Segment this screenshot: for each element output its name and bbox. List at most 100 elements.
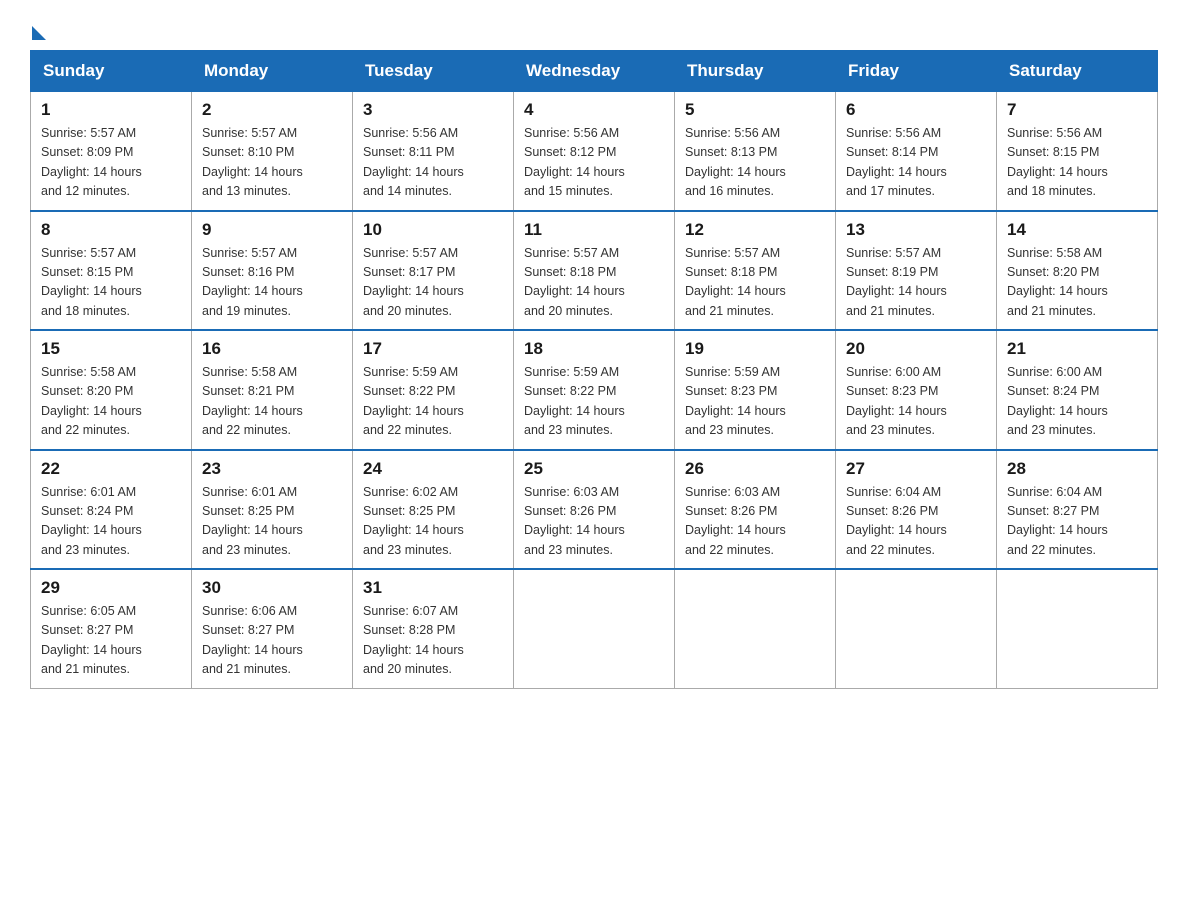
day-number: 25	[524, 459, 664, 479]
calendar-week-row: 15 Sunrise: 5:58 AM Sunset: 8:20 PM Dayl…	[31, 330, 1158, 450]
day-info: Sunrise: 5:57 AM Sunset: 8:09 PM Dayligh…	[41, 124, 181, 202]
calendar-week-row: 22 Sunrise: 6:01 AM Sunset: 8:24 PM Dayl…	[31, 450, 1158, 570]
day-info: Sunrise: 5:58 AM Sunset: 8:21 PM Dayligh…	[202, 363, 342, 441]
day-number: 20	[846, 339, 986, 359]
day-number: 24	[363, 459, 503, 479]
calendar-cell: 13 Sunrise: 5:57 AM Sunset: 8:19 PM Dayl…	[836, 211, 997, 331]
calendar-header-thursday: Thursday	[675, 51, 836, 92]
day-number: 23	[202, 459, 342, 479]
day-number: 11	[524, 220, 664, 240]
calendar-cell	[514, 569, 675, 688]
day-info: Sunrise: 5:57 AM Sunset: 8:19 PM Dayligh…	[846, 244, 986, 322]
day-number: 5	[685, 100, 825, 120]
calendar-cell	[997, 569, 1158, 688]
calendar-cell	[675, 569, 836, 688]
day-info: Sunrise: 6:00 AM Sunset: 8:24 PM Dayligh…	[1007, 363, 1147, 441]
day-number: 7	[1007, 100, 1147, 120]
calendar-cell: 11 Sunrise: 5:57 AM Sunset: 8:18 PM Dayl…	[514, 211, 675, 331]
calendar-header-row: SundayMondayTuesdayWednesdayThursdayFrid…	[31, 51, 1158, 92]
calendar-cell: 21 Sunrise: 6:00 AM Sunset: 8:24 PM Dayl…	[997, 330, 1158, 450]
day-info: Sunrise: 5:58 AM Sunset: 8:20 PM Dayligh…	[1007, 244, 1147, 322]
day-number: 28	[1007, 459, 1147, 479]
day-info: Sunrise: 5:56 AM Sunset: 8:13 PM Dayligh…	[685, 124, 825, 202]
logo-arrow-icon	[32, 26, 46, 40]
day-info: Sunrise: 5:56 AM Sunset: 8:12 PM Dayligh…	[524, 124, 664, 202]
calendar-cell: 19 Sunrise: 5:59 AM Sunset: 8:23 PM Dayl…	[675, 330, 836, 450]
day-number: 4	[524, 100, 664, 120]
day-info: Sunrise: 5:57 AM Sunset: 8:10 PM Dayligh…	[202, 124, 342, 202]
calendar-cell: 23 Sunrise: 6:01 AM Sunset: 8:25 PM Dayl…	[192, 450, 353, 570]
day-info: Sunrise: 5:56 AM Sunset: 8:11 PM Dayligh…	[363, 124, 503, 202]
day-info: Sunrise: 6:03 AM Sunset: 8:26 PM Dayligh…	[685, 483, 825, 561]
calendar-cell: 24 Sunrise: 6:02 AM Sunset: 8:25 PM Dayl…	[353, 450, 514, 570]
calendar-cell: 9 Sunrise: 5:57 AM Sunset: 8:16 PM Dayli…	[192, 211, 353, 331]
calendar-cell: 22 Sunrise: 6:01 AM Sunset: 8:24 PM Dayl…	[31, 450, 192, 570]
calendar-week-row: 8 Sunrise: 5:57 AM Sunset: 8:15 PM Dayli…	[31, 211, 1158, 331]
calendar-cell: 14 Sunrise: 5:58 AM Sunset: 8:20 PM Dayl…	[997, 211, 1158, 331]
day-info: Sunrise: 6:04 AM Sunset: 8:26 PM Dayligh…	[846, 483, 986, 561]
day-number: 22	[41, 459, 181, 479]
calendar-cell: 12 Sunrise: 5:57 AM Sunset: 8:18 PM Dayl…	[675, 211, 836, 331]
calendar-cell: 18 Sunrise: 5:59 AM Sunset: 8:22 PM Dayl…	[514, 330, 675, 450]
day-number: 12	[685, 220, 825, 240]
day-info: Sunrise: 5:57 AM Sunset: 8:15 PM Dayligh…	[41, 244, 181, 322]
day-info: Sunrise: 6:06 AM Sunset: 8:27 PM Dayligh…	[202, 602, 342, 680]
day-number: 16	[202, 339, 342, 359]
calendar-header-wednesday: Wednesday	[514, 51, 675, 92]
calendar-header-tuesday: Tuesday	[353, 51, 514, 92]
day-number: 1	[41, 100, 181, 120]
day-number: 14	[1007, 220, 1147, 240]
calendar-header-saturday: Saturday	[997, 51, 1158, 92]
day-number: 21	[1007, 339, 1147, 359]
day-number: 3	[363, 100, 503, 120]
day-info: Sunrise: 6:03 AM Sunset: 8:26 PM Dayligh…	[524, 483, 664, 561]
day-info: Sunrise: 5:57 AM Sunset: 8:18 PM Dayligh…	[685, 244, 825, 322]
day-info: Sunrise: 6:05 AM Sunset: 8:27 PM Dayligh…	[41, 602, 181, 680]
calendar-week-row: 29 Sunrise: 6:05 AM Sunset: 8:27 PM Dayl…	[31, 569, 1158, 688]
logo	[30, 20, 46, 40]
day-info: Sunrise: 5:57 AM Sunset: 8:17 PM Dayligh…	[363, 244, 503, 322]
day-info: Sunrise: 5:57 AM Sunset: 8:18 PM Dayligh…	[524, 244, 664, 322]
day-info: Sunrise: 5:58 AM Sunset: 8:20 PM Dayligh…	[41, 363, 181, 441]
calendar-cell: 1 Sunrise: 5:57 AM Sunset: 8:09 PM Dayli…	[31, 92, 192, 211]
day-number: 31	[363, 578, 503, 598]
day-number: 18	[524, 339, 664, 359]
calendar-cell: 7 Sunrise: 5:56 AM Sunset: 8:15 PM Dayli…	[997, 92, 1158, 211]
calendar-cell: 17 Sunrise: 5:59 AM Sunset: 8:22 PM Dayl…	[353, 330, 514, 450]
calendar-cell: 28 Sunrise: 6:04 AM Sunset: 8:27 PM Dayl…	[997, 450, 1158, 570]
day-info: Sunrise: 6:01 AM Sunset: 8:24 PM Dayligh…	[41, 483, 181, 561]
day-info: Sunrise: 6:04 AM Sunset: 8:27 PM Dayligh…	[1007, 483, 1147, 561]
calendar-cell: 3 Sunrise: 5:56 AM Sunset: 8:11 PM Dayli…	[353, 92, 514, 211]
calendar-cell: 31 Sunrise: 6:07 AM Sunset: 8:28 PM Dayl…	[353, 569, 514, 688]
calendar-cell: 26 Sunrise: 6:03 AM Sunset: 8:26 PM Dayl…	[675, 450, 836, 570]
day-info: Sunrise: 6:00 AM Sunset: 8:23 PM Dayligh…	[846, 363, 986, 441]
day-number: 17	[363, 339, 503, 359]
day-info: Sunrise: 5:56 AM Sunset: 8:15 PM Dayligh…	[1007, 124, 1147, 202]
calendar-cell	[836, 569, 997, 688]
calendar-cell: 6 Sunrise: 5:56 AM Sunset: 8:14 PM Dayli…	[836, 92, 997, 211]
calendar-cell: 30 Sunrise: 6:06 AM Sunset: 8:27 PM Dayl…	[192, 569, 353, 688]
calendar-cell: 29 Sunrise: 6:05 AM Sunset: 8:27 PM Dayl…	[31, 569, 192, 688]
day-number: 26	[685, 459, 825, 479]
calendar-cell: 15 Sunrise: 5:58 AM Sunset: 8:20 PM Dayl…	[31, 330, 192, 450]
day-info: Sunrise: 6:01 AM Sunset: 8:25 PM Dayligh…	[202, 483, 342, 561]
day-info: Sunrise: 5:59 AM Sunset: 8:22 PM Dayligh…	[524, 363, 664, 441]
calendar-cell: 4 Sunrise: 5:56 AM Sunset: 8:12 PM Dayli…	[514, 92, 675, 211]
calendar-cell: 20 Sunrise: 6:00 AM Sunset: 8:23 PM Dayl…	[836, 330, 997, 450]
calendar-cell: 2 Sunrise: 5:57 AM Sunset: 8:10 PM Dayli…	[192, 92, 353, 211]
day-info: Sunrise: 5:59 AM Sunset: 8:23 PM Dayligh…	[685, 363, 825, 441]
page-header	[30, 20, 1158, 40]
calendar-header-sunday: Sunday	[31, 51, 192, 92]
calendar-cell: 16 Sunrise: 5:58 AM Sunset: 8:21 PM Dayl…	[192, 330, 353, 450]
calendar-cell: 27 Sunrise: 6:04 AM Sunset: 8:26 PM Dayl…	[836, 450, 997, 570]
day-number: 10	[363, 220, 503, 240]
day-number: 30	[202, 578, 342, 598]
day-info: Sunrise: 5:57 AM Sunset: 8:16 PM Dayligh…	[202, 244, 342, 322]
day-number: 27	[846, 459, 986, 479]
day-info: Sunrise: 5:59 AM Sunset: 8:22 PM Dayligh…	[363, 363, 503, 441]
day-info: Sunrise: 5:56 AM Sunset: 8:14 PM Dayligh…	[846, 124, 986, 202]
day-number: 6	[846, 100, 986, 120]
day-number: 8	[41, 220, 181, 240]
calendar-cell: 10 Sunrise: 5:57 AM Sunset: 8:17 PM Dayl…	[353, 211, 514, 331]
day-number: 13	[846, 220, 986, 240]
